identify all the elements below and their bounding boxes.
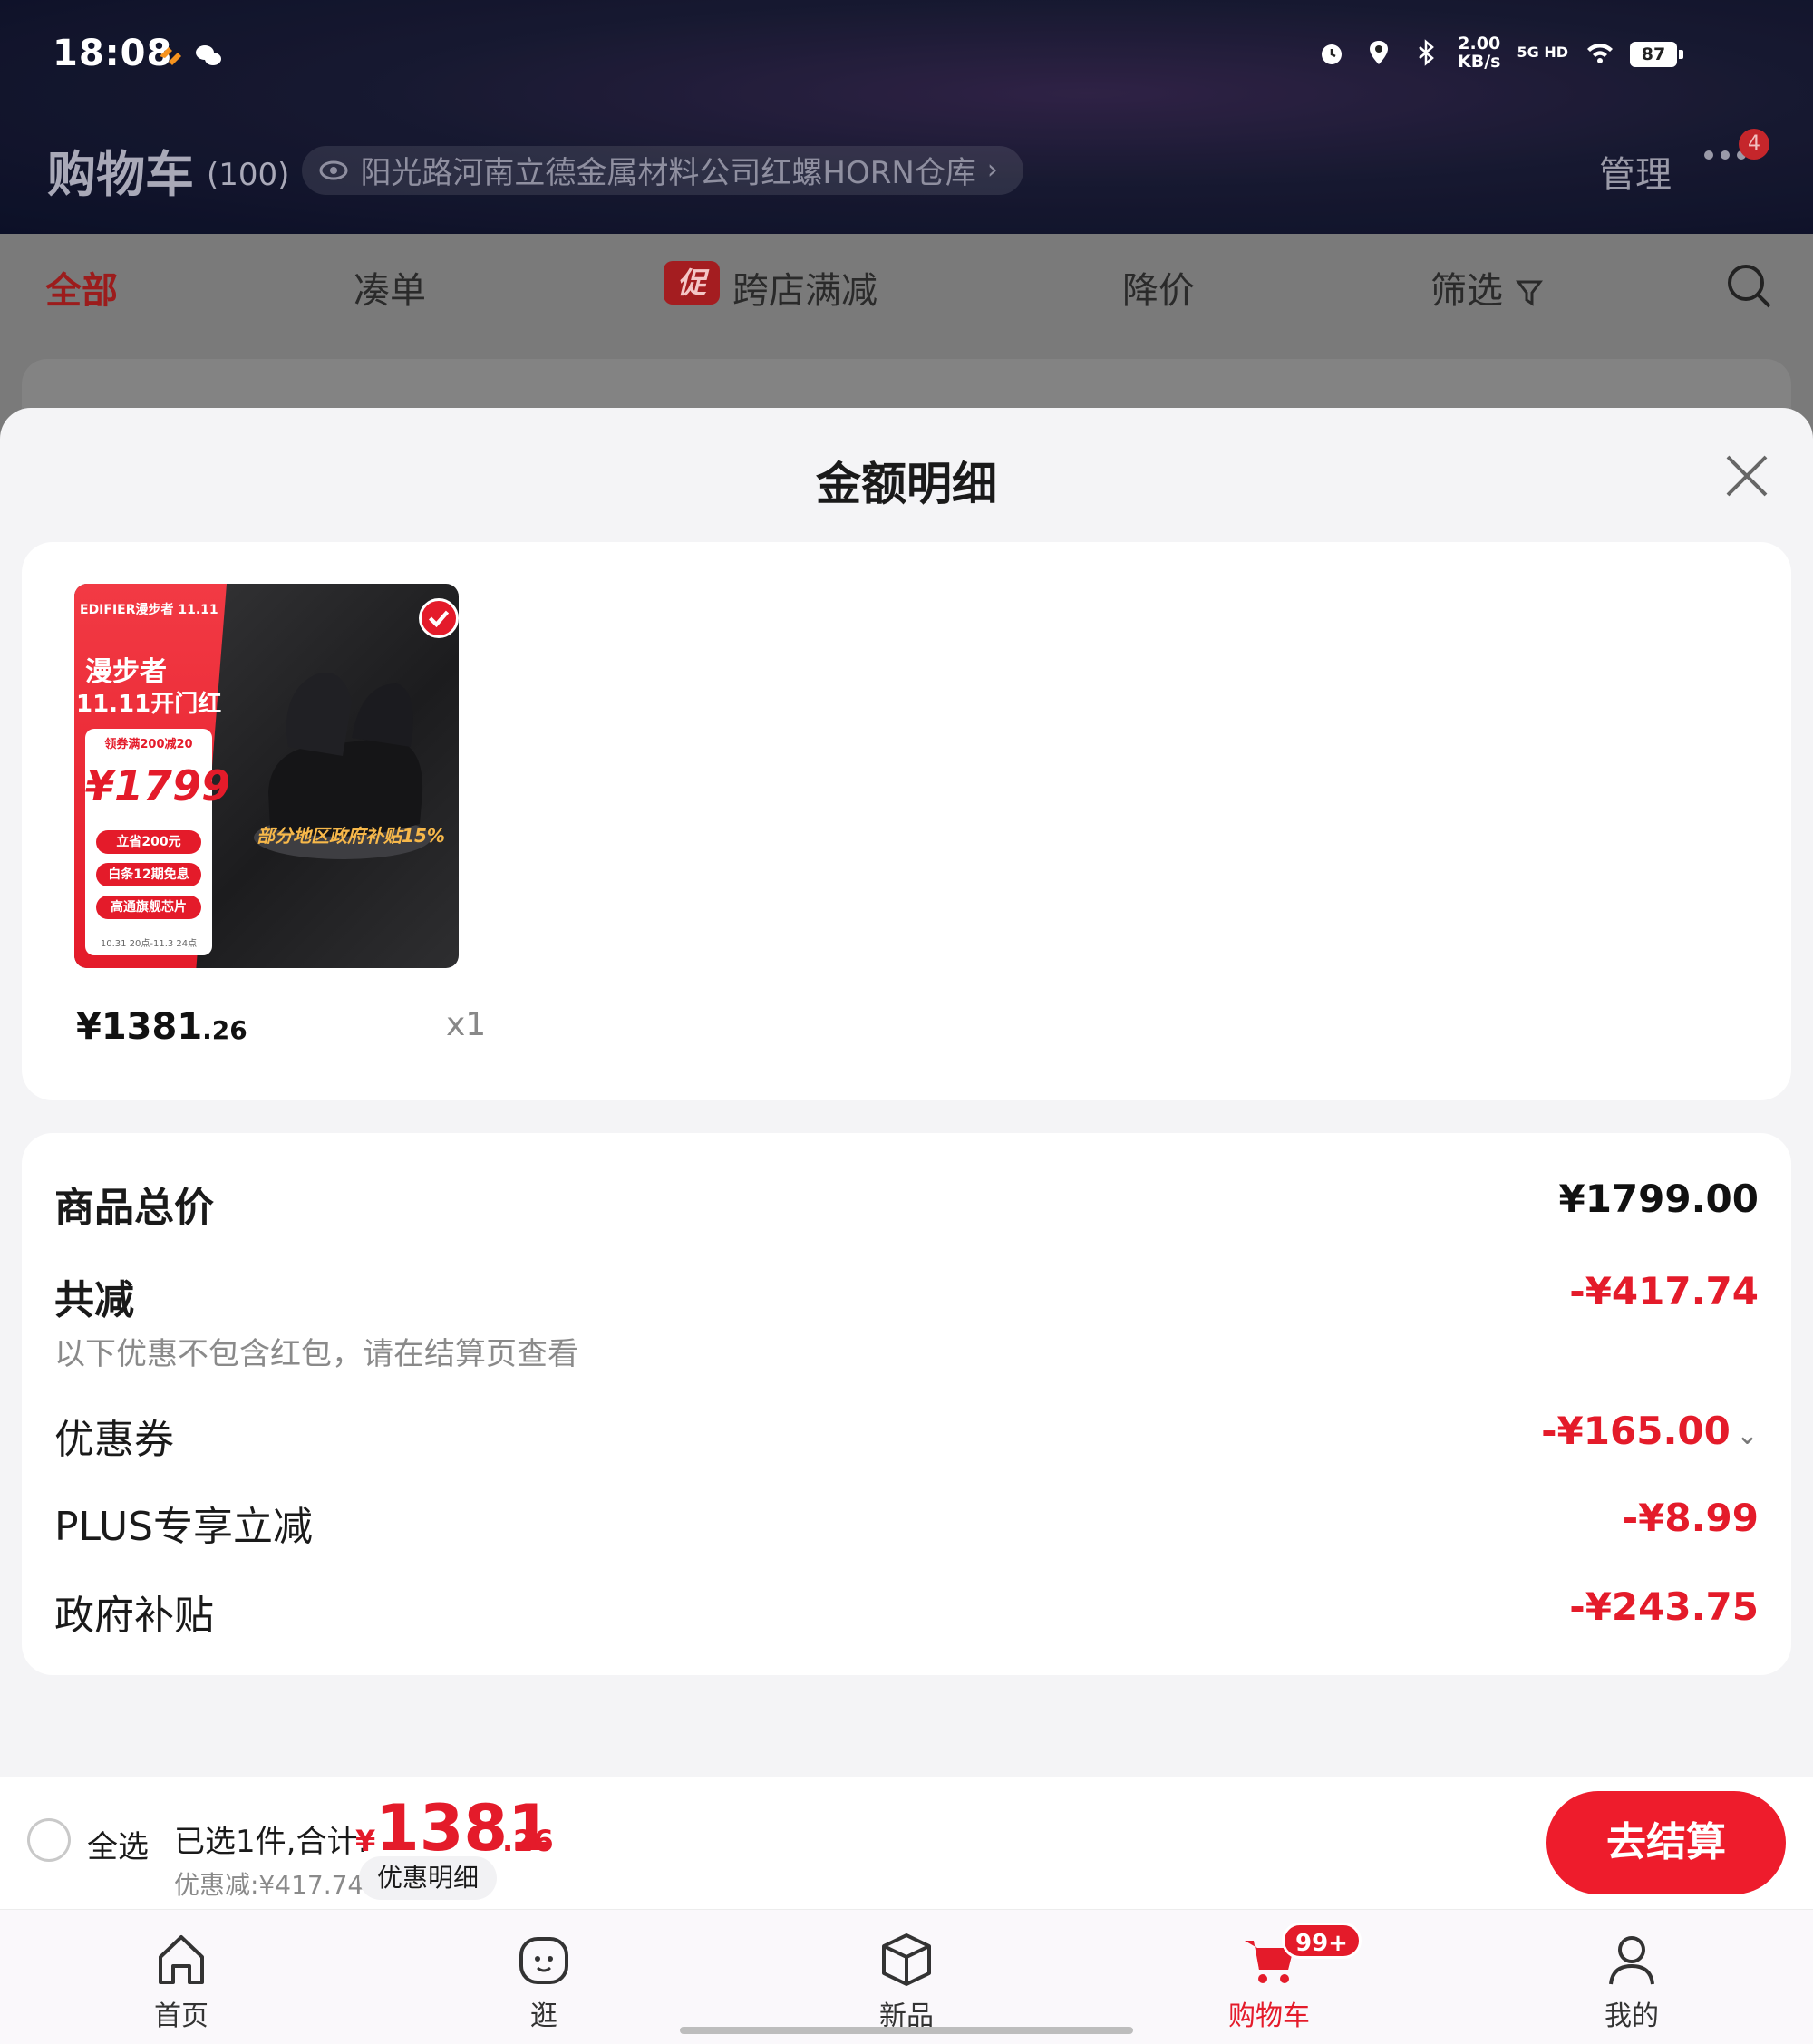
tab-cross-store[interactable]: 促跨店满减 <box>664 261 877 314</box>
wifi-icon <box>1587 44 1613 63</box>
new-products-icon <box>882 1933 931 1986</box>
app-notification-icon <box>160 47 181 65</box>
cart-count: (100) <box>207 156 290 193</box>
plus-discount-value: -¥8.99 <box>1622 1496 1759 1540</box>
nav-profile[interactable]: 我的 <box>1559 1928 1704 2033</box>
profile-icon <box>1609 1936 1654 1985</box>
location-icon <box>1370 41 1389 64</box>
search-icon[interactable] <box>1724 261 1773 310</box>
discount-detail-button[interactable]: 优惠明细 <box>359 1856 498 1900</box>
sheet-title: 金额明细 <box>816 458 997 510</box>
status-bar: 18:08 2.00 KB/s 5G HD 87 <box>0 0 1813 109</box>
item-quantity: x1 <box>446 1006 487 1043</box>
cart-header: 18:08 2.00 KB/s 5G HD 87 购物车 (100) 阳光路河南立… <box>0 0 1813 234</box>
eye-icon <box>319 160 348 179</box>
chevron-down-icon: ⌄ <box>1735 1419 1759 1451</box>
checkout-bar: 全选 已选1件,合计: ¥ 1381 .26 优惠减:¥417.74 优惠明细 … <box>0 1777 1813 1909</box>
discount-label: 共减 <box>54 1277 134 1323</box>
discount-value: -¥417.74 <box>1569 1269 1759 1313</box>
home-indicator[interactable] <box>680 2027 1133 2034</box>
total-amount-decimal: .26 <box>502 1824 554 1858</box>
wechat-icon <box>196 45 221 65</box>
alarm-icon <box>1322 44 1343 64</box>
close-icon[interactable] <box>1724 453 1769 499</box>
status-time: 18:08 <box>53 33 173 74</box>
selected-check-icon[interactable] <box>419 598 459 638</box>
notification-badge: 4 <box>1739 129 1769 160</box>
page-title: 购物车 <box>47 146 194 203</box>
total-currency: ¥ <box>355 1824 376 1858</box>
home-icon <box>159 1935 204 1984</box>
product-card: EDIFIER漫步者 11.11 漫步者 11.11开门红 领券满200减20 … <box>22 542 1791 1100</box>
nav-explore[interactable]: 逛 <box>471 1928 616 2033</box>
total-price-label: 商品总价 <box>54 1185 214 1231</box>
checkout-button[interactable]: 去结算 <box>1546 1791 1786 1894</box>
tab-all[interactable]: 全部 <box>45 261 118 314</box>
gov-subsidy-value: -¥243.75 <box>1569 1584 1759 1629</box>
nav-cart[interactable]: 99+ 购物车 <box>1197 1923 1362 2033</box>
selected-summary: 已选1件,合计: <box>174 1824 368 1860</box>
address-selector[interactable]: 阳光路河南立德金属材料公司红螺HORN仓库 › <box>302 145 1023 195</box>
tab-price-drop[interactable]: 降价 <box>1122 261 1195 314</box>
bluetooth-icon <box>1419 39 1434 66</box>
battery-indicator: 87 <box>1630 42 1683 67</box>
promo-tag: 促 <box>664 261 720 305</box>
cart-badge: 99+ <box>1282 1923 1362 1959</box>
filter-tabs: 全部 凑单 促跨店满减 降价 筛选 <box>0 234 1813 341</box>
tab-bundle[interactable]: 凑单 <box>354 261 426 314</box>
price-summary: 商品总价 ¥1799.00 共减 -¥417.74 以下优惠不包含红包，请在结算… <box>22 1133 1791 1675</box>
product-image[interactable]: EDIFIER漫步者 11.11 漫步者 11.11开门红 领券满200减20 … <box>74 584 459 968</box>
select-all-label[interactable]: 全选 <box>87 1822 149 1866</box>
coupon-label: 优惠券 <box>54 1417 174 1463</box>
select-all-radio[interactable] <box>27 1818 71 1862</box>
plus-discount-label: PLUS专享立减 <box>54 1504 313 1550</box>
discount-note: 以下优惠不包含红包，请在结算页查看 <box>54 1336 578 1372</box>
manage-button[interactable]: 管理 <box>1599 145 1672 198</box>
filter-icon <box>1516 280 1543 306</box>
nav-home[interactable]: 首页 <box>109 1928 254 2033</box>
network-speed: 2.00 KB/s <box>1458 34 1501 72</box>
network-type: 5G HD <box>1517 44 1568 61</box>
amount-detail-sheet: 金额明细 EDIFIER漫步者 11.11 漫步者 11.11开门红 领券满20… <box>0 408 1813 1777</box>
tab-filter[interactable]: 筛选 <box>1430 261 1543 314</box>
discount-summary: 优惠减:¥417.74 <box>174 1870 364 1900</box>
nav-new-products[interactable]: 新品 <box>834 1928 979 2033</box>
gov-subsidy-label: 政府补贴 <box>54 1593 214 1639</box>
explore-icon <box>519 1937 568 1984</box>
chevron-right-icon: › <box>986 154 998 186</box>
address-text: 阳光路河南立德金属材料公司红螺HORN仓库 <box>360 155 976 191</box>
coupon-value[interactable]: -¥165.00 ⌄ <box>1541 1409 1759 1453</box>
title-row: 购物车 (100) 阳光路河南立德金属材料公司红螺HORN仓库 › <box>47 134 1023 206</box>
bottom-nav: 首页 逛 新品 99+ 购物车 我的 <box>0 1909 1813 2044</box>
item-price: ¥1381.26 <box>76 1006 247 1048</box>
more-button[interactable] <box>1704 150 1746 160</box>
total-price-value: ¥1799.00 <box>1558 1177 1759 1221</box>
